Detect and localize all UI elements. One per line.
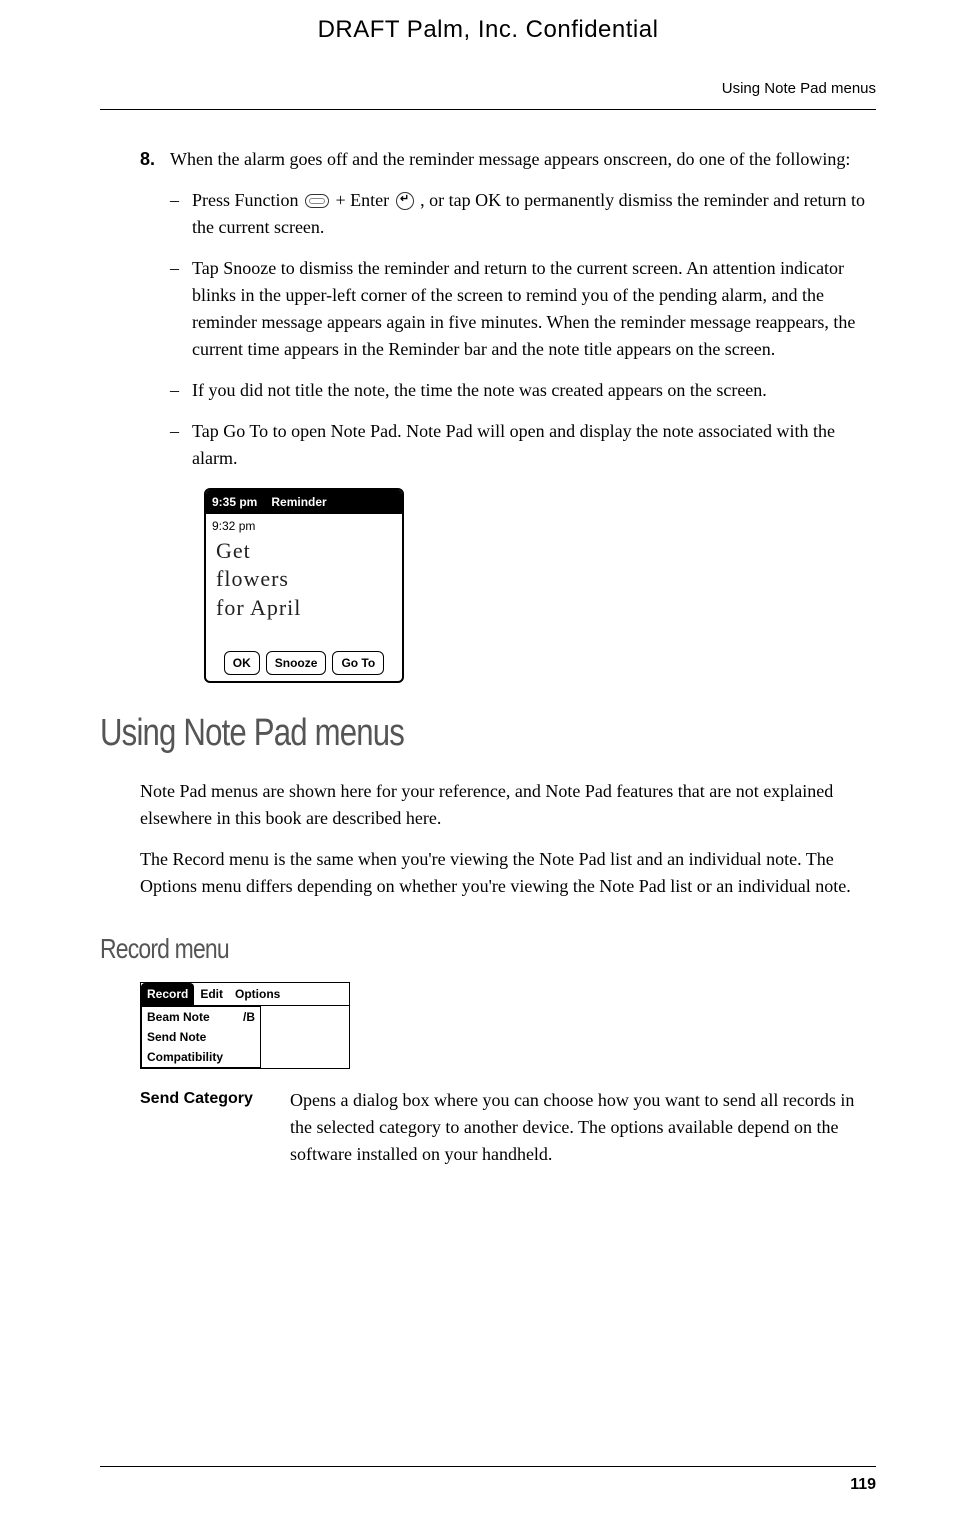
reminder-title-time: 9:35 pm (212, 493, 257, 511)
reminder-body: Get flowers for April (206, 535, 402, 645)
sub-item-4: – Tap Go To to open Note Pad. Note Pad w… (170, 418, 871, 472)
dash-icon: – (170, 255, 182, 363)
running-head: Using Note Pad menus (100, 78, 876, 110)
menu-item-label: Compatibility (147, 1048, 223, 1066)
menu-tab-record[interactable]: Record (141, 983, 194, 1005)
goto-button[interactable]: Go To (332, 651, 384, 675)
sub-text-3: If you did not title the note, the time … (192, 377, 767, 404)
menu-tab-edit[interactable]: Edit (194, 983, 229, 1005)
page-number: 119 (850, 1476, 876, 1493)
page-footer: 119 (100, 1466, 876, 1497)
snooze-button[interactable]: Snooze (266, 651, 327, 675)
menu-tab-options[interactable]: Options (229, 983, 286, 1005)
menu-bar: Record Edit Options (141, 983, 349, 1006)
sub-text-1-prefix: Press Function (192, 190, 303, 210)
section-heading-record-menu: Record menu (100, 928, 732, 970)
menu-item-label: Beam Note (147, 1008, 210, 1026)
function-key-icon (305, 194, 329, 208)
menu-item-shortcut: /B (243, 1008, 255, 1026)
sub-text-2: Tap Snooze to dismiss the reminder and r… (192, 255, 871, 363)
section1-para1: Note Pad menus are shown here for your r… (140, 778, 871, 832)
sub-text-1-mid: + Enter (336, 190, 394, 210)
menu-item-compatibility[interactable]: Compatibility (142, 1047, 260, 1067)
section1-para2: The Record menu is the same when you're … (140, 846, 871, 900)
sub-text-4: Tap Go To to open Note Pad. Note Pad wil… (192, 418, 871, 472)
reminder-note-time: 9:32 pm (206, 514, 402, 535)
reminder-title-label: Reminder (271, 493, 326, 511)
dash-icon: – (170, 187, 182, 241)
step-number: 8. (140, 146, 160, 173)
reminder-handwriting: Get flowers for April (216, 537, 392, 623)
record-menu-screenshot: Record Edit Options Beam Note /B Send No… (140, 982, 350, 1069)
main-content: 8. When the alarm goes off and the remin… (100, 146, 876, 1168)
definition-description: Opens a dialog box where you can choose … (290, 1087, 871, 1168)
record-menu-dropdown: Beam Note /B Send Note Compatibility (141, 1006, 261, 1068)
menu-item-label: Send Note (147, 1028, 206, 1046)
dash-icon: – (170, 377, 182, 404)
section-heading-using-notepad-menus: Using Note Pad menus (100, 705, 732, 762)
dash-icon: – (170, 418, 182, 472)
definition-term: Send Category (140, 1087, 270, 1168)
sub-item-1: – Press Function + Enter , or tap OK to … (170, 187, 871, 241)
reminder-screenshot: 9:35 pm Reminder 9:32 pm Get flowers for… (204, 488, 404, 683)
sub-text-1: Press Function + Enter , or tap OK to pe… (192, 187, 871, 241)
step-8: 8. When the alarm goes off and the remin… (140, 146, 871, 173)
sub-item-3: – If you did not title the note, the tim… (170, 377, 871, 404)
step-text: When the alarm goes off and the reminder… (170, 146, 850, 173)
definition-row: Send Category Opens a dialog box where y… (140, 1087, 871, 1168)
ok-button[interactable]: OK (224, 651, 260, 675)
menu-item-send-note[interactable]: Send Note (142, 1027, 260, 1047)
reminder-titlebar: 9:35 pm Reminder (206, 490, 402, 514)
enter-key-icon (396, 192, 414, 210)
sub-list: – Press Function + Enter , or tap OK to … (140, 187, 871, 683)
menu-item-beam-note[interactable]: Beam Note /B (142, 1007, 260, 1027)
reminder-buttons: OK Snooze Go To (206, 645, 402, 681)
sub-item-2: – Tap Snooze to dismiss the reminder and… (170, 255, 871, 363)
draft-confidential-header: DRAFT Palm, Inc. Confidential (100, 12, 876, 48)
